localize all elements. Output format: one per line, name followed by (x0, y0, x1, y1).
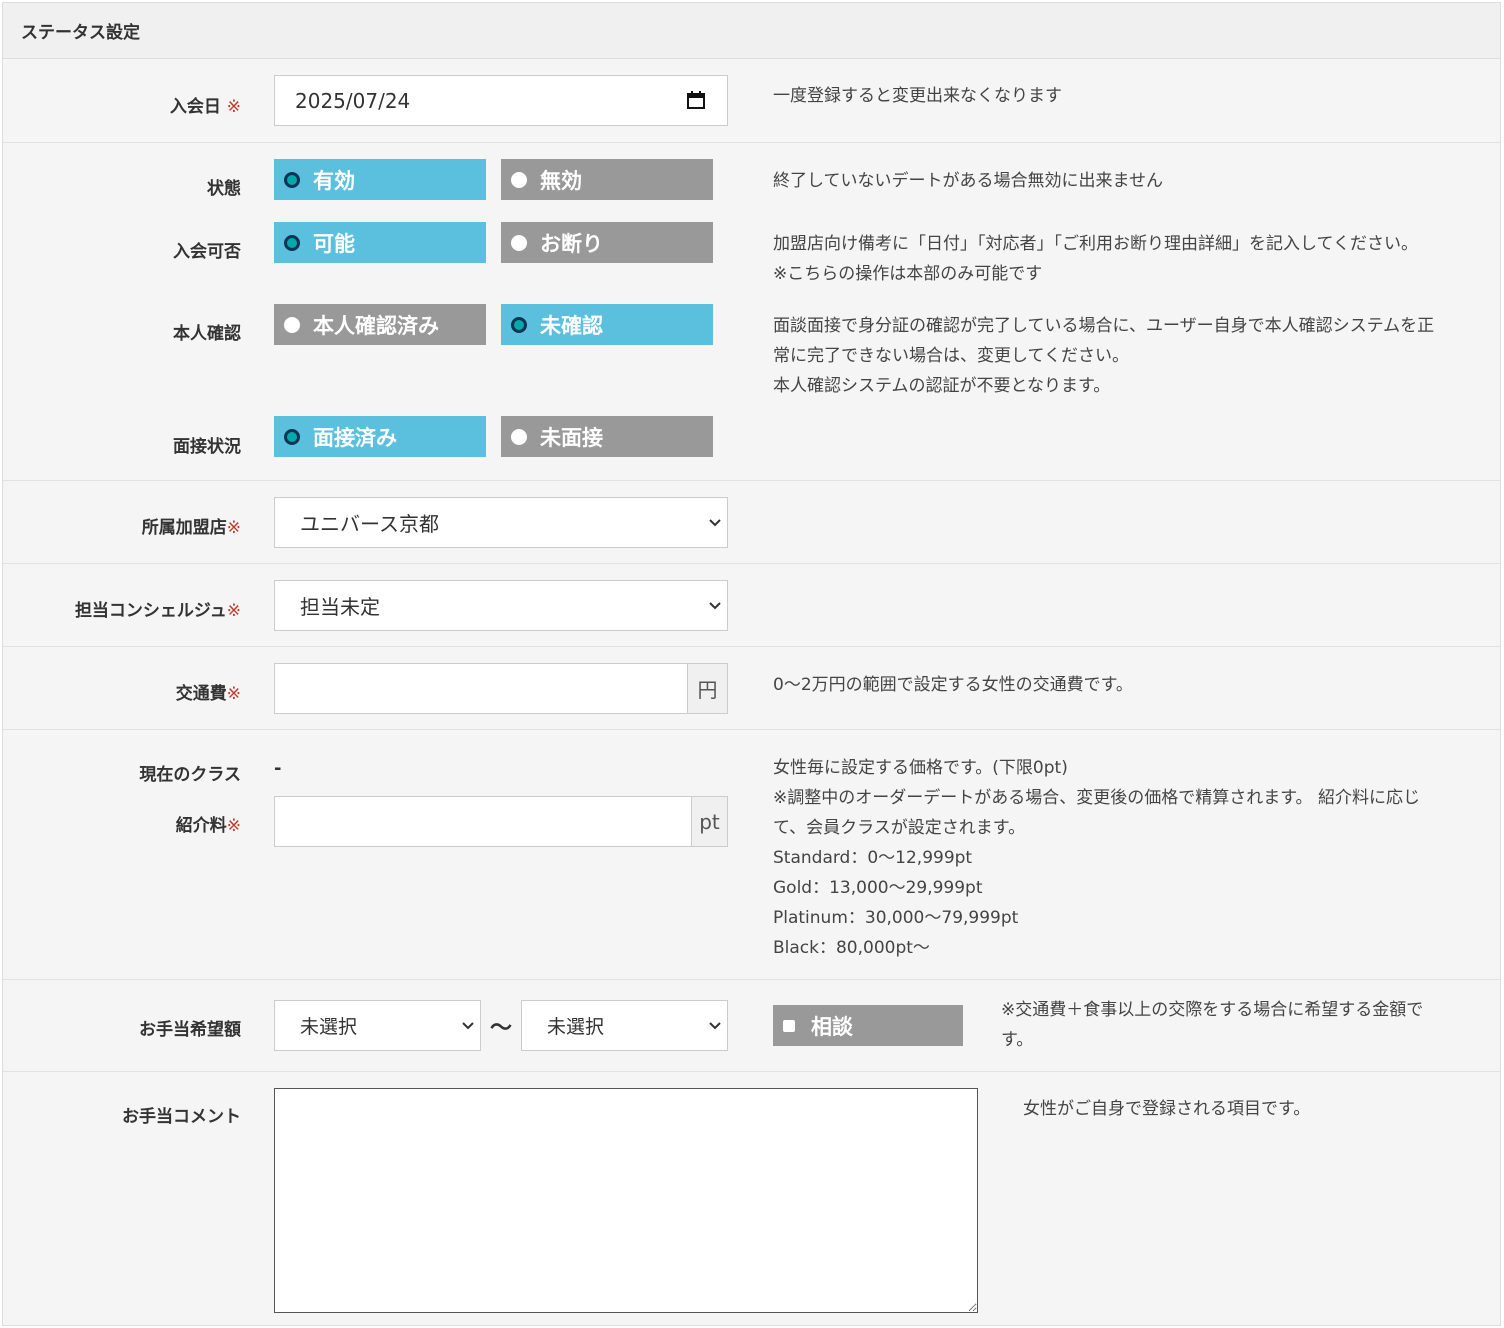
radio-unchecked-icon (511, 171, 527, 188)
admission-option-refused[interactable]: お断り (501, 222, 713, 263)
option-label: 本人確認済み (313, 313, 439, 338)
note-line: ※こちらの操作は本部のみ可能です (773, 264, 1043, 284)
allowance-min-select[interactable]: 未選択 (274, 1000, 481, 1051)
radio-checked-icon (284, 234, 300, 251)
class-row: 現在のクラス - 紹介料※ pt 女性毎に設定する価格です。(下限0pt) ※調… (3, 730, 1500, 980)
status-option-inactive[interactable]: 無効 (501, 159, 713, 200)
fee-label: 紹介料※ (175, 816, 241, 836)
calendar-icon[interactable] (687, 91, 705, 109)
join-date-label: 入会日 ※ (169, 97, 241, 117)
admission-note: 加盟店向け備考に「日付」「対応者」「ご利用お断り理由詳細」を記入してください。 … (773, 229, 1418, 289)
allowance-min-value: 未選択 (300, 1016, 358, 1038)
admission-label: 入会可否 (173, 242, 241, 262)
class-note: 女性毎に設定する価格です。(下限0pt) ※調整中のオーダーデートがある場合、変… (773, 753, 1420, 963)
fee-input[interactable]: pt (274, 796, 728, 847)
interview-option-done[interactable]: 面接済み (274, 416, 486, 457)
panel-title: ステータス設定 (3, 3, 1500, 59)
note-line: 常に完了できない場合は、変更してください。 (773, 346, 1129, 366)
allowance-row: お手当希望額 未選択 〜 未選択 相談 ※交通費＋食事以上の交際をする場合に希望… (3, 980, 1500, 1072)
status-note: 終了していないデートがある場合無効に出来ません (773, 171, 1163, 191)
concierge-row: 担当コンシェルジュ※ 担当未定 (3, 564, 1500, 647)
note-line: 女性毎に設定する価格です。(下限0pt) (773, 758, 1068, 778)
chevron-down-icon (462, 1022, 474, 1030)
note-line: 面談面接で身分証の確認が完了している場合に、ユーザー自身で本人確認システムを正 (773, 316, 1435, 336)
class-label: 現在のクラス (139, 765, 241, 785)
interview-option-not-done[interactable]: 未面接 (501, 416, 713, 457)
consult-checkbox-button[interactable]: 相談 (773, 1005, 963, 1046)
concierge-label: 担当コンシェルジュ※ (74, 601, 241, 621)
note-line: 本人確認システムの認証が不要となります。 (773, 376, 1111, 396)
comment-row: お手当コメント 女性がご自身で登録される項目です。 (3, 1072, 1500, 1328)
note-line: て、会員クラスが設定されます。 (773, 818, 1026, 838)
option-label: 未面接 (540, 425, 603, 450)
transport-note: 0〜2万円の範囲で設定する女性の交通費です。 (773, 675, 1133, 695)
transport-unit-addon: 円 (687, 664, 727, 713)
note-line: Gold：13,000〜29,999pt (773, 878, 983, 898)
identity-note: 面談面接で身分証の確認が完了している場合に、ユーザー自身で本人確認システムを正 … (773, 311, 1434, 401)
comment-note: 女性がご自身で登録される項目です。 (1023, 1099, 1311, 1119)
identity-option-unverified[interactable]: 未確認 (501, 304, 713, 345)
status-settings-panel: ステータス設定 入会日 ※ 2025/07/24 一度登録すると変更出来なくなり… (2, 2, 1501, 1326)
checkbox-unchecked-icon (783, 1019, 795, 1032)
store-select[interactable]: ユニバース京都 (274, 497, 728, 548)
join-date-value: 2025/07/24 (295, 88, 411, 113)
radio-settings-row: 状態 有効 無効 終了していないデートがある場合無効に出来ません 入会可否 可能… (3, 143, 1500, 481)
comment-textarea[interactable] (274, 1088, 978, 1313)
identity-option-verified[interactable]: 本人確認済み (274, 304, 486, 345)
option-label: 面接済み (313, 425, 397, 450)
option-label: 未確認 (540, 313, 603, 338)
chevron-down-icon (709, 602, 721, 610)
note-line: ※調整中のオーダーデートがある場合、変更後の価格で精算されます。 紹介料に応じ (773, 788, 1420, 808)
note-line: 加盟店向け備考に「日付」「対応者」「ご利用お断り理由詳細」を記入してください。 (773, 234, 1418, 254)
identity-label: 本人確認 (173, 324, 241, 344)
note-line: Black：80,000pt〜 (773, 938, 930, 958)
allowance-max-value: 未選択 (547, 1016, 605, 1038)
consult-label: 相談 (811, 1014, 853, 1039)
note-line: す。 (1001, 1030, 1034, 1050)
comment-label: お手当コメント (122, 1107, 241, 1127)
allowance-max-select[interactable]: 未選択 (521, 1000, 728, 1051)
transport-row: 交通費※ 円 0〜2万円の範囲で設定する女性の交通費です。 (3, 647, 1500, 730)
chevron-down-icon (709, 519, 721, 527)
option-label: お断り (540, 231, 603, 256)
radio-unchecked-icon (511, 234, 527, 251)
fee-unit-addon: pt (691, 797, 727, 846)
radio-unchecked-icon (284, 316, 300, 333)
store-row: 所属加盟店※ ユニバース京都 (3, 481, 1500, 564)
class-value: - (274, 758, 282, 779)
admission-option-allowed[interactable]: 可能 (274, 222, 486, 263)
option-label: 有効 (313, 168, 355, 193)
option-label: 可能 (313, 231, 355, 256)
option-label: 無効 (540, 168, 582, 193)
allowance-separator: 〜 (490, 1016, 513, 1041)
status-option-active[interactable]: 有効 (274, 159, 486, 200)
radio-checked-icon (511, 316, 527, 333)
note-line: Platinum：30,000〜79,999pt (773, 908, 1019, 928)
note-line: ※交通費＋食事以上の交際をする場合に希望する金額で (1001, 1000, 1424, 1020)
radio-checked-icon (284, 171, 300, 188)
chevron-down-icon (709, 1022, 721, 1030)
store-select-value: ユニバース京都 (300, 512, 439, 536)
store-label: 所属加盟店※ (141, 518, 241, 538)
join-date-input[interactable]: 2025/07/24 (274, 75, 728, 126)
join-date-note: 一度登録すると変更出来なくなります (773, 86, 1062, 106)
allowance-label: お手当希望額 (139, 1020, 241, 1040)
allowance-note: ※交通費＋食事以上の交際をする場合に希望する金額で す。 (1001, 995, 1471, 1055)
join-date-row: 入会日 ※ 2025/07/24 一度登録すると変更出来なくなります (3, 59, 1500, 143)
note-line: Standard：0〜12,999pt (773, 848, 973, 868)
concierge-select[interactable]: 担当未定 (274, 580, 728, 631)
radio-unchecked-icon (511, 428, 527, 445)
interview-label: 面接状況 (173, 437, 241, 457)
status-label: 状態 (207, 179, 241, 199)
radio-checked-icon (284, 428, 300, 445)
transport-label: 交通費※ (175, 684, 241, 704)
transport-input[interactable]: 円 (274, 663, 728, 714)
concierge-select-value: 担当未定 (300, 595, 380, 619)
